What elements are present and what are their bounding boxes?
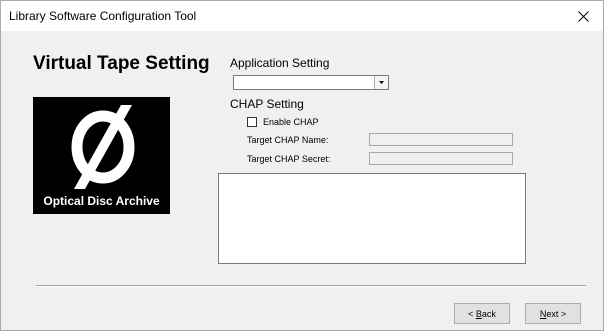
logo-caption: Optical Disc Archive [43, 194, 160, 208]
config-window: Library Software Configuration Tool Virt… [0, 0, 604, 331]
chap-setting-label: CHAP Setting [230, 97, 304, 111]
enable-chap-checkbox[interactable] [247, 117, 257, 127]
window-title: Library Software Configuration Tool [9, 9, 197, 23]
disc-logo-icon [71, 105, 135, 189]
target-chap-secret-label: Target CHAP Secret: [247, 154, 331, 164]
enable-chap-label: Enable CHAP [263, 117, 319, 127]
back-prefix: < [468, 308, 476, 319]
next-button[interactable]: Next > [525, 303, 581, 324]
product-logo: Optical Disc Archive [33, 97, 170, 214]
application-setting-label: Application Setting [230, 56, 330, 70]
page-title: Virtual Tape Setting [33, 53, 210, 74]
target-chap-name-field[interactable] [369, 133, 513, 146]
close-icon [577, 10, 589, 22]
close-button[interactable] [563, 1, 603, 31]
dropdown-button[interactable] [374, 76, 388, 89]
target-chap-secret-field[interactable] [369, 152, 513, 165]
footer-divider [36, 285, 586, 287]
chevron-down-icon [379, 81, 384, 84]
application-setting-select[interactable] [233, 75, 389, 90]
title-bar: Library Software Configuration Tool [1, 1, 603, 31]
back-rest: ack [481, 308, 496, 319]
log-output-area[interactable] [218, 173, 526, 264]
back-button[interactable]: < Back [454, 303, 510, 324]
target-chap-name-label: Target CHAP Name: [247, 135, 329, 145]
next-rest: ext > [546, 308, 567, 319]
